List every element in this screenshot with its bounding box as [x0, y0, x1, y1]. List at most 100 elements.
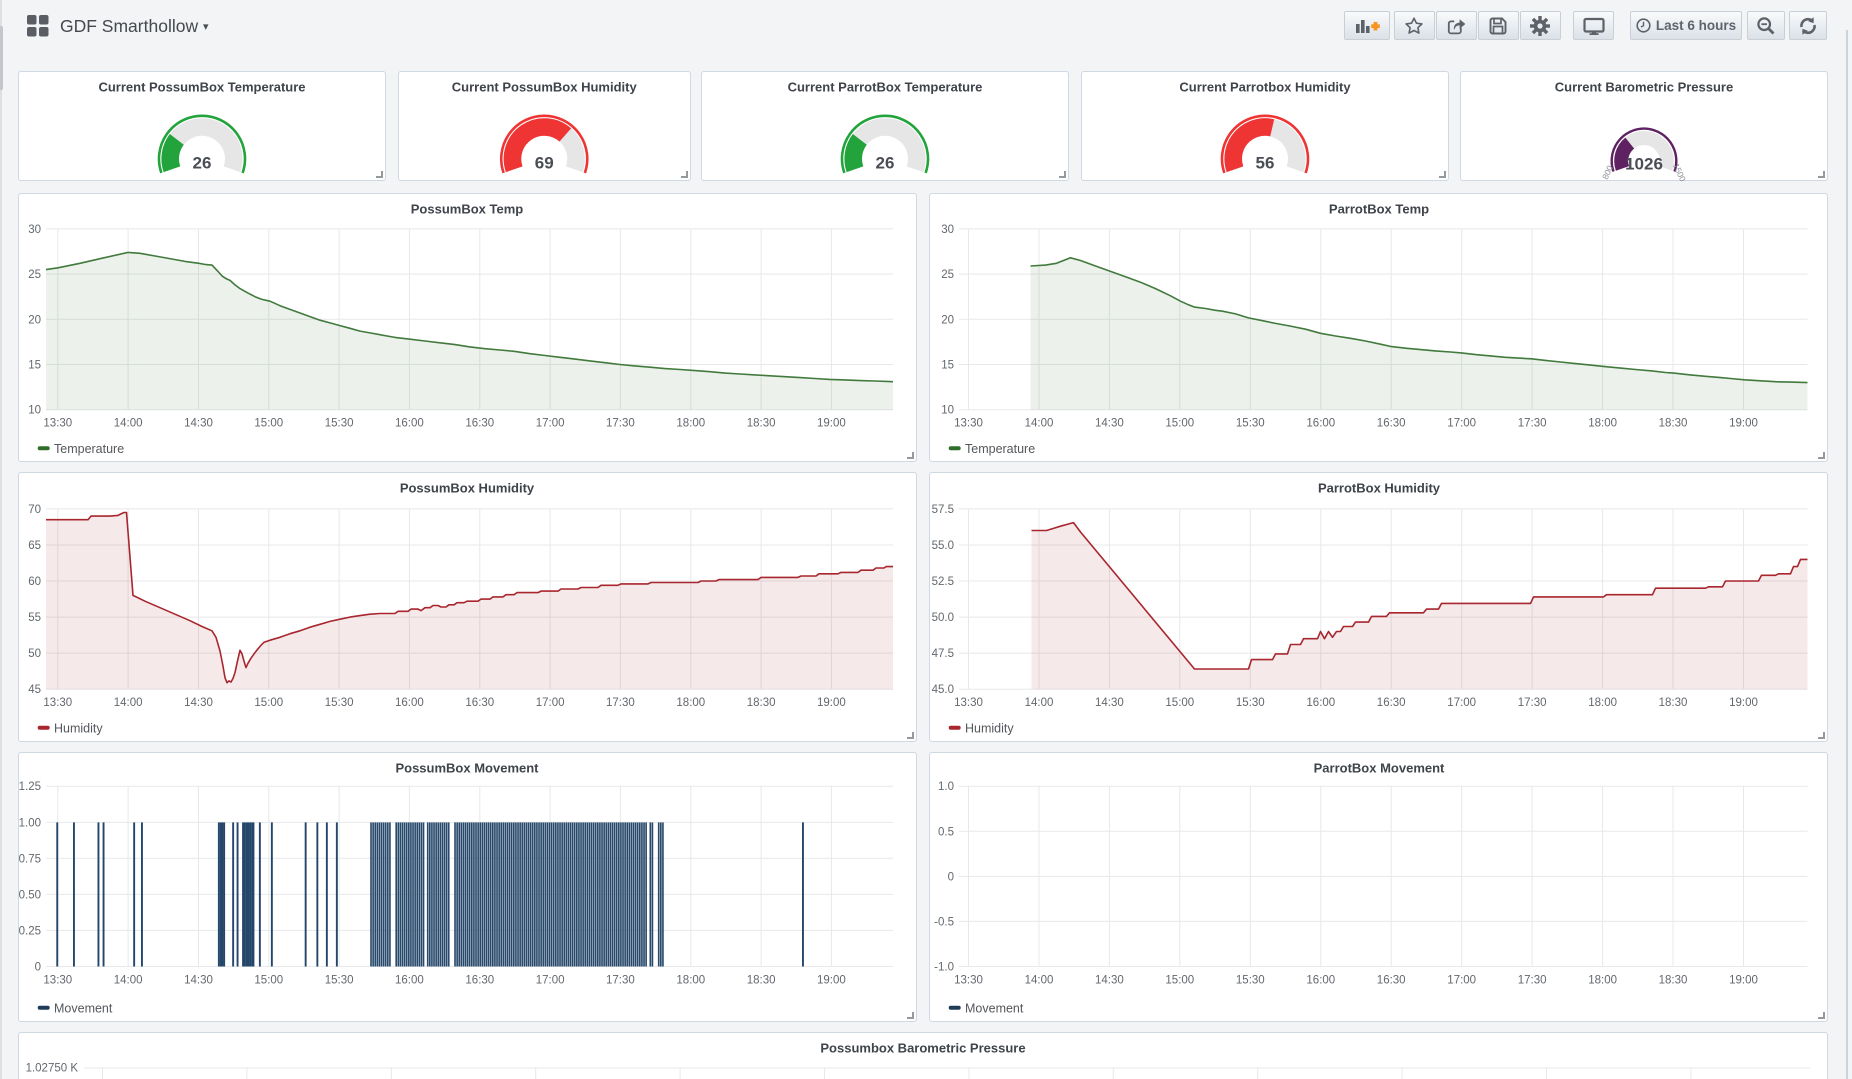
svg-text:20: 20: [28, 314, 41, 326]
svg-text:Current PossumBox Humidity: Current PossumBox Humidity: [452, 79, 638, 94]
svg-text:Current PossumBox Temperature: Current PossumBox Temperature: [98, 79, 305, 94]
svg-text:56: 56: [1256, 153, 1275, 172]
svg-text:16:00: 16:00: [1306, 697, 1335, 709]
svg-text:17:00: 17:00: [1447, 417, 1476, 429]
svg-text:Current Parrotbox Humidity: Current Parrotbox Humidity: [1179, 79, 1351, 94]
svg-text:ParrotBox Movement: ParrotBox Movement: [1313, 761, 1444, 776]
svg-text:0: 0: [947, 871, 953, 883]
svg-text:19:00: 19:00: [1729, 417, 1758, 429]
svg-text:17:00: 17:00: [536, 417, 565, 429]
svg-text:17:00: 17:00: [1447, 697, 1476, 709]
svg-text:30: 30: [28, 223, 41, 235]
svg-text:15:30: 15:30: [325, 974, 354, 986]
svg-text:45: 45: [28, 684, 41, 696]
svg-text:ParrotBox Humidity: ParrotBox Humidity: [1317, 481, 1440, 496]
svg-text:Movement: Movement: [54, 1002, 113, 1016]
svg-text:0.25: 0.25: [19, 925, 41, 937]
svg-text:13:30: 13:30: [954, 417, 983, 429]
svg-text:0.50: 0.50: [19, 889, 41, 901]
svg-text:19:00: 19:00: [817, 417, 846, 429]
svg-text:16:00: 16:00: [395, 417, 424, 429]
svg-text:18:30: 18:30: [1658, 417, 1687, 429]
svg-text:18:30: 18:30: [747, 417, 776, 429]
svg-text:26: 26: [876, 153, 895, 172]
svg-text:55: 55: [28, 612, 41, 624]
svg-text:15:30: 15:30: [1235, 697, 1264, 709]
svg-text:16:30: 16:30: [465, 697, 494, 709]
svg-text:26: 26: [193, 153, 212, 172]
svg-text:60: 60: [28, 576, 41, 588]
svg-text:25: 25: [941, 269, 954, 281]
svg-text:1.25: 1.25: [19, 781, 41, 793]
svg-text:1.02750 K: 1.02750 K: [26, 1063, 79, 1075]
svg-text:17:30: 17:30: [606, 417, 635, 429]
svg-text:69: 69: [535, 153, 554, 172]
svg-text:15:30: 15:30: [1235, 974, 1264, 986]
svg-text:17:30: 17:30: [1517, 417, 1546, 429]
svg-text:Temperature: Temperature: [965, 442, 1035, 456]
svg-text:ParrotBox Temp: ParrotBox Temp: [1328, 201, 1428, 216]
svg-text:13:30: 13:30: [43, 417, 72, 429]
svg-text:13:30: 13:30: [43, 697, 72, 709]
svg-text:13:30: 13:30: [43, 974, 72, 986]
svg-text:19:00: 19:00: [1729, 974, 1758, 986]
svg-text:10: 10: [941, 404, 954, 416]
svg-text:13:30: 13:30: [954, 697, 983, 709]
svg-text:Possumbox Barometric Pressure: Possumbox Barometric Pressure: [820, 1041, 1025, 1056]
svg-text:18:00: 18:00: [676, 697, 705, 709]
svg-text:47.5: 47.5: [931, 648, 953, 660]
svg-text:15:00: 15:00: [1165, 697, 1194, 709]
svg-text:18:00: 18:00: [1588, 697, 1617, 709]
svg-text:17:00: 17:00: [536, 697, 565, 709]
svg-text:45.0: 45.0: [931, 684, 953, 696]
svg-text:16:30: 16:30: [1376, 417, 1405, 429]
svg-text:0: 0: [35, 962, 41, 974]
svg-text:30: 30: [941, 223, 954, 235]
svg-text:57.5: 57.5: [931, 504, 953, 516]
svg-text:16:00: 16:00: [395, 974, 424, 986]
svg-text:15:30: 15:30: [1235, 417, 1264, 429]
svg-text:17:00: 17:00: [1447, 974, 1476, 986]
svg-text:16:00: 16:00: [395, 697, 424, 709]
svg-text:Humidity: Humidity: [54, 722, 103, 736]
svg-text:17:30: 17:30: [1517, 697, 1546, 709]
svg-text:15:00: 15:00: [1165, 417, 1194, 429]
svg-text:50: 50: [28, 648, 41, 660]
svg-text:Movement: Movement: [965, 1002, 1024, 1016]
svg-text:14:30: 14:30: [184, 974, 213, 986]
svg-text:18:30: 18:30: [747, 697, 776, 709]
svg-text:Humidity: Humidity: [965, 722, 1014, 736]
svg-text:15:00: 15:00: [254, 417, 283, 429]
svg-text:1026: 1026: [1625, 155, 1663, 174]
svg-text:15: 15: [28, 359, 41, 371]
svg-text:0.5: 0.5: [938, 826, 954, 838]
svg-text:14:00: 14:00: [114, 417, 143, 429]
svg-text:52.5: 52.5: [931, 576, 953, 588]
svg-text:16:30: 16:30: [1376, 697, 1405, 709]
svg-text:16:30: 16:30: [1376, 974, 1405, 986]
svg-text:16:30: 16:30: [465, 974, 494, 986]
svg-text:14:30: 14:30: [1095, 974, 1124, 986]
svg-text:13:30: 13:30: [954, 974, 983, 986]
svg-text:18:00: 18:00: [676, 417, 705, 429]
svg-text:16:00: 16:00: [1306, 417, 1335, 429]
svg-text:15: 15: [941, 359, 954, 371]
svg-text:18:30: 18:30: [747, 974, 776, 986]
svg-text:17:30: 17:30: [1517, 974, 1546, 986]
svg-text:17:30: 17:30: [606, 974, 635, 986]
svg-text:18:00: 18:00: [676, 974, 705, 986]
svg-text:14:00: 14:00: [1024, 417, 1053, 429]
svg-text:16:00: 16:00: [1306, 974, 1335, 986]
svg-text:-0.5: -0.5: [934, 916, 954, 928]
svg-text:14:30: 14:30: [184, 417, 213, 429]
svg-text:18:00: 18:00: [1588, 417, 1617, 429]
svg-text:14:00: 14:00: [1024, 974, 1053, 986]
svg-text:14:30: 14:30: [184, 697, 213, 709]
svg-text:1.0: 1.0: [938, 781, 954, 793]
svg-text:18:00: 18:00: [1588, 974, 1617, 986]
svg-text:14:00: 14:00: [1024, 697, 1053, 709]
svg-text:15:30: 15:30: [325, 417, 354, 429]
svg-text:16:30: 16:30: [465, 417, 494, 429]
svg-text:10: 10: [28, 404, 41, 416]
svg-text:65: 65: [28, 540, 41, 552]
